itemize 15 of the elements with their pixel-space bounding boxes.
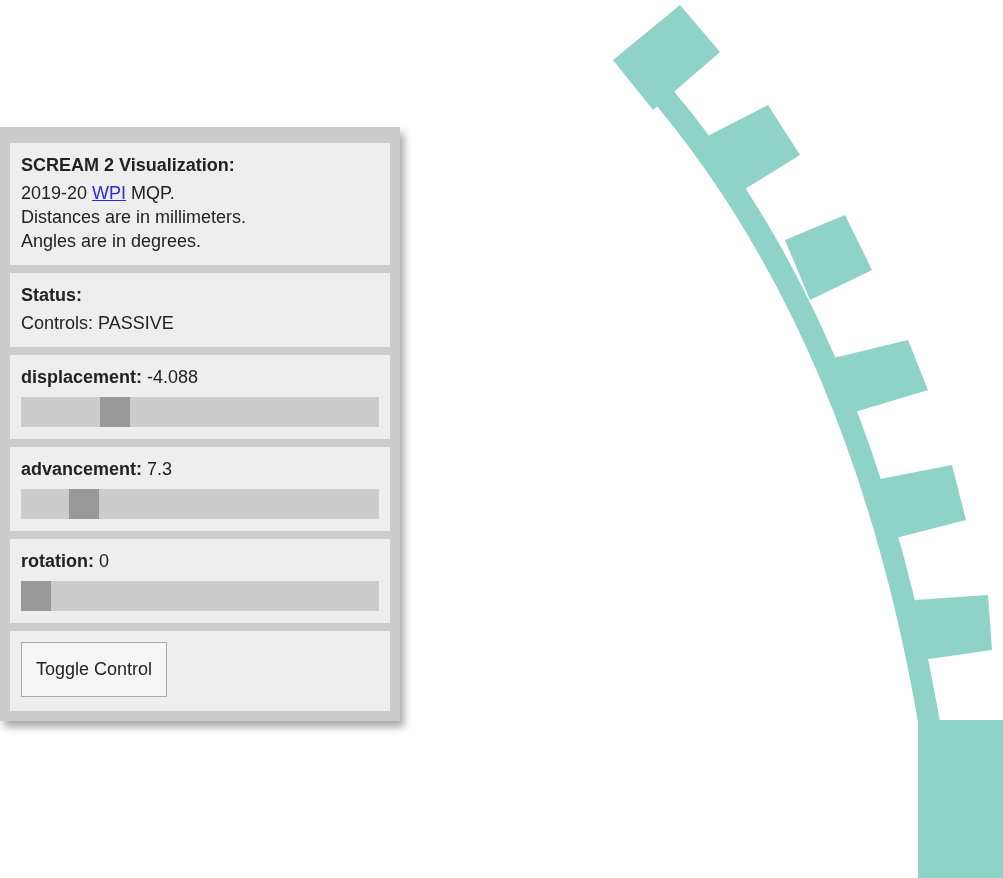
- slider-track[interactable]: [21, 397, 379, 427]
- slider-thumb[interactable]: [21, 581, 51, 611]
- description-text: 2019-20 WPI MQP. Distances are in millimeters. Angles are in degrees.: [21, 182, 248, 253]
- slider-thumb[interactable]: [99, 397, 130, 427]
- slider-label: rotation: 0: [21, 551, 110, 572]
- section-title: Status:: [21, 285, 83, 306]
- slider-track[interactable]: [21, 581, 379, 611]
- slider-label: displacement: -4.088: [21, 367, 200, 388]
- slider-thumb[interactable]: [68, 489, 99, 519]
- wpi-link[interactable]: WPI: [92, 183, 127, 203]
- toggle-button[interactable]: Toggle Control: [21, 642, 168, 697]
- slider-label: advancement: 7.3: [21, 459, 174, 480]
- section-title: SCREAM 2 Visualization:: [21, 155, 236, 176]
- status-text: Controls: PASSIVE: [21, 312, 175, 335]
- slider-track[interactable]: [21, 489, 379, 519]
